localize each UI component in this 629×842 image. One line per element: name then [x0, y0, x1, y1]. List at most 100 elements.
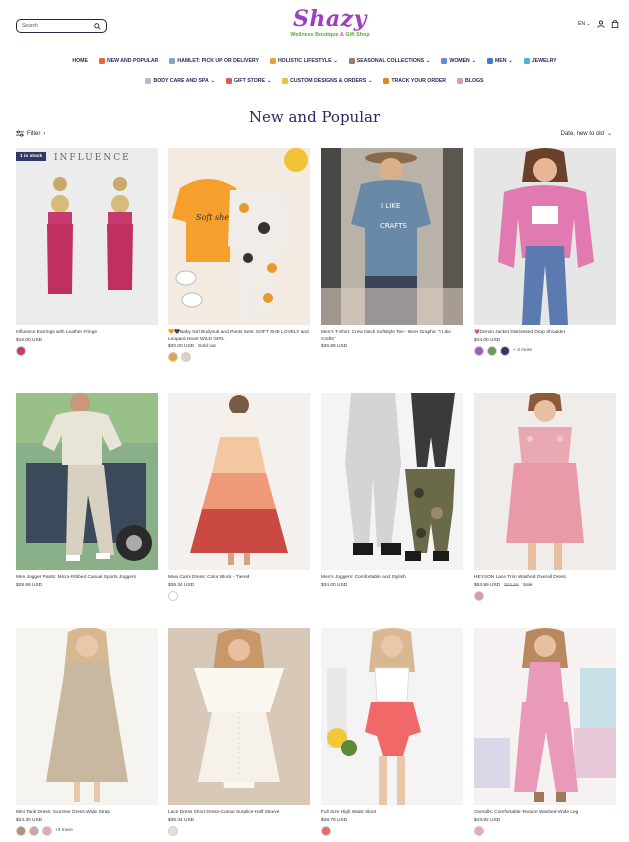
product-image[interactable]: INFLUENCE 1 in stock [16, 148, 158, 325]
nav-item[interactable]: CUSTOM DESIGNS & ORDERS ⌄ [282, 78, 372, 84]
color-swatch[interactable] [321, 825, 331, 836]
product-card[interactable]: 💗Denim Jacket Distressed Drop Shoulder $4… [474, 148, 616, 356]
product-image[interactable] [474, 393, 616, 570]
product-name[interactable]: 🧡🖤Baby Girl Bodysuit and Pants Sets: SOF… [168, 330, 310, 343]
nav-item[interactable]: SEASONAL COLLECTIONS ⌄ [348, 58, 430, 64]
product-card[interactable]: Men Jogger Pants: Micro-Ribbed Casual Sp… [16, 393, 158, 588]
color-swatch[interactable] [168, 825, 178, 836]
product-image[interactable] [16, 628, 158, 805]
more-swatches-link[interactable]: + 3 more [513, 348, 532, 353]
nav-item[interactable]: GIFT STORE ⌄ [225, 78, 271, 84]
color-swatch[interactable] [168, 352, 178, 362]
site-logo[interactable]: Shazy Wellness Boutique & Gift Shop [260, 7, 400, 45]
product-card[interactable]: Men's Joggers: Comfortable and Stylish $3… [321, 393, 463, 588]
product-price: $24.30 USD [16, 817, 43, 823]
color-swatch[interactable] [16, 825, 26, 836]
nav-item-icon [383, 78, 390, 84]
product-card[interactable]: Soft she 🧡🖤Baby Girl Bodysuit and Pants S… [168, 148, 310, 362]
product-name[interactable]: Full Size High Waist Skort [321, 810, 463, 817]
product-price: $53.99 USD [474, 582, 501, 588]
nav-item-label: GIFT STORE [233, 78, 265, 84]
product-card[interactable]: INFLUENCE 1 in stock Influence Earrings wi… [16, 148, 158, 356]
nav-item[interactable]: JEWELRY [523, 58, 557, 64]
product-name[interactable]: Maxi Cami Dress: Color Block - Tiered [168, 575, 310, 582]
nav-item-icon [282, 78, 289, 84]
product-price-row: $28.78 USD [321, 818, 463, 823]
product-name[interactable]: Men's Joggers: Comfortable and Stylish [321, 575, 463, 582]
product-image[interactable]: I LIKE CRAFTS [321, 148, 463, 325]
product-card[interactable]: I LIKE CRAFTS Men's T-Shirt: Crew Neck Sof… [321, 148, 463, 349]
product-image[interactable] [474, 148, 616, 325]
product-price-row: $36.88 USD [321, 344, 463, 349]
color-swatch[interactable] [474, 590, 484, 601]
filter-button[interactable]: Filter › [16, 130, 45, 137]
product-image[interactable] [168, 393, 310, 570]
product-name[interactable]: HEYSON Lace Trim Washed Overall Dress [474, 575, 616, 582]
more-swatches-link[interactable]: +3 more [55, 828, 73, 833]
product-name[interactable]: Men's T-Shirt: Crew Neck Softstyle Tee -… [321, 330, 463, 343]
nav-item[interactable]: BLOGS [457, 78, 484, 84]
color-swatch[interactable] [181, 352, 191, 362]
product-card[interactable]: Lace Dress Short Dress-Cutout Surplice-H… [168, 628, 310, 836]
nav-item[interactable]: HOME [72, 58, 88, 64]
product-card[interactable]: HEYSON Lace Trim Washed Overall Dress $53… [474, 393, 616, 601]
page-title: New and Popular [248, 108, 381, 126]
cart-icon[interactable] [611, 20, 619, 28]
nav-item[interactable]: HAMLET: PICK UP OR DELIVERY [169, 58, 259, 64]
nav-item-icon [457, 78, 464, 84]
product-status: Sold out [198, 344, 216, 349]
nav-item[interactable]: WOMEN ⌄ [441, 58, 476, 64]
product-name[interactable]: Lace Dress Short Dress-Cutout Surplice-H… [168, 810, 310, 817]
nav-item[interactable]: NEW AND POPULAR [98, 58, 158, 64]
search-icon[interactable] [94, 22, 101, 30]
color-swatch[interactable] [487, 345, 497, 356]
chevron-down-icon: ⌄ [333, 58, 338, 64]
nav-item-icon [523, 58, 530, 64]
product-name[interactable]: 💗Denim Jacket Distressed Drop Shoulder [474, 330, 616, 337]
main-nav-row-1: HOME NEW AND POPULAR HAMLET: PICK UP OR DE… [0, 58, 629, 64]
product-card[interactable]: Full Size High Waist Skort $28.78 USD [321, 628, 463, 836]
product-image[interactable] [474, 628, 616, 805]
product-card[interactable]: Mini Tank Dress: Summer Dress-Wide Strap… [16, 628, 158, 836]
account-icon[interactable] [596, 20, 605, 28]
search-placeholder: Search [22, 23, 38, 29]
product-card[interactable]: Maxi Cami Dress: Color Block - Tiered $36… [168, 393, 310, 601]
filter-icon [16, 130, 24, 137]
product-image[interactable] [168, 628, 310, 805]
product-price-row: $28.99 USD [16, 583, 158, 588]
sort-label: Date, new to old [560, 130, 604, 137]
nav-item[interactable]: HOLISTIC LIFESTYLE ⌄ [269, 58, 338, 64]
product-price: $44.00 USD [474, 337, 501, 343]
nav-item-label: HOLISTIC LIFESTYLE [277, 58, 332, 64]
language-selector[interactable]: EN ⌄ [578, 21, 591, 27]
product-card[interactable]: Overalls: Comfortable-Texture Washed-Wid… [474, 628, 616, 836]
nav-item[interactable]: TRACK YOUR ORDER [383, 78, 446, 84]
sort-select[interactable]: Date, new to old ⌄ [560, 130, 612, 138]
product-name[interactable]: Overalls: Comfortable-Texture Washed-Wid… [474, 810, 616, 817]
product-name[interactable]: Mini Tank Dress: Summer Dress-Wide Strap [16, 810, 158, 817]
color-swatch[interactable] [42, 825, 52, 836]
search-input[interactable]: Search [16, 19, 107, 33]
color-swatch[interactable] [474, 825, 484, 836]
color-swatch[interactable] [500, 345, 510, 356]
product-image[interactable] [321, 393, 463, 570]
nav-item-label: JEWELRY [531, 58, 557, 64]
product-name[interactable]: Influence Earrings with Leather Fringe [16, 330, 158, 337]
color-swatch[interactable] [16, 345, 26, 356]
color-swatch[interactable] [29, 825, 39, 836]
filter-label: Filter [27, 130, 41, 137]
color-swatch[interactable] [168, 590, 178, 601]
product-name[interactable]: Men Jogger Pants: Micro-Ribbed Casual Sp… [16, 575, 158, 582]
product-image[interactable]: Soft she [168, 148, 310, 325]
product-image[interactable] [321, 628, 463, 805]
nav-item-label: BLOGS [465, 78, 484, 84]
product-image[interactable] [16, 393, 158, 570]
nav-item[interactable]: MEN ⌄ [486, 58, 513, 64]
svg-text:I LIKE: I LIKE [381, 202, 400, 210]
color-swatch[interactable] [474, 345, 484, 356]
color-swatches [168, 590, 310, 601]
color-swatches [168, 825, 310, 836]
nav-item[interactable]: BODY CARE AND SPA ⌄ [145, 78, 215, 84]
color-swatches: +3 more [16, 825, 158, 836]
chevron-down-icon: ⌄ [471, 58, 476, 64]
